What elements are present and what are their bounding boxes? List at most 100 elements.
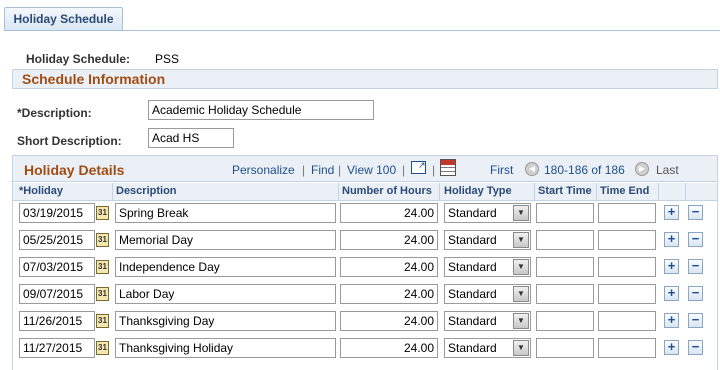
holiday-type-select[interactable]: Standard ▼ <box>444 257 531 277</box>
chevron-down-icon[interactable]: ▼ <box>513 313 529 329</box>
section-title: Schedule Information <box>22 71 166 87</box>
holiday-date-field[interactable]: 07/03/2015 <box>19 257 95 277</box>
table-row: 11/26/2015 31 Thanksgiving Day 24.00 Sta… <box>0 308 720 335</box>
add-row-icon[interactable]: + <box>664 259 679 274</box>
table-row: 05/25/2015 31 Memorial Day 24.00 Standar… <box>0 227 720 254</box>
calendar-icon[interactable]: 31 <box>96 287 109 301</box>
column-header-row: *Holiday Description Number of Hours Hol… <box>13 183 717 201</box>
first-link[interactable]: First <box>490 163 513 177</box>
holiday-description-field[interactable]: Thanksgiving Holiday <box>115 338 336 358</box>
column-header-holiday: *Holiday <box>19 185 64 197</box>
holiday-type-select[interactable]: Standard ▼ <box>444 311 531 331</box>
holiday-date-field[interactable]: 11/27/2015 <box>19 338 95 358</box>
delete-row-icon[interactable]: − <box>688 205 703 220</box>
delete-row-icon[interactable]: − <box>688 340 703 355</box>
add-row-icon[interactable]: + <box>664 340 679 355</box>
time-end-field[interactable] <box>598 230 656 250</box>
previous-icon[interactable]: ◀ <box>525 162 539 176</box>
delete-row-icon[interactable]: − <box>688 286 703 301</box>
schedule-information-header: Schedule Information <box>12 69 718 89</box>
table-row: 07/03/2015 31 Independence Day 24.00 Sta… <box>0 254 720 281</box>
holiday-type-select[interactable]: Standard ▼ <box>444 284 531 304</box>
next-icon[interactable]: ▶ <box>635 162 649 176</box>
hours-field[interactable]: 24.00 <box>340 338 438 358</box>
start-time-field[interactable] <box>536 230 594 250</box>
holiday-date-field[interactable]: 03/19/2015 <box>19 203 95 223</box>
separator: | <box>432 163 436 177</box>
separator: | <box>402 163 406 177</box>
delete-row-icon[interactable]: − <box>688 259 703 274</box>
chevron-down-icon[interactable]: ▼ <box>513 232 529 248</box>
time-end-field[interactable] <box>598 203 656 223</box>
column-divider <box>439 183 440 201</box>
short-description-field[interactable]: Acad HS <box>148 128 234 148</box>
holiday-type-select[interactable]: Standard ▼ <box>444 203 531 223</box>
column-header-hours: Number of Hours <box>342 185 432 197</box>
calendar-icon[interactable]: 31 <box>96 233 109 247</box>
description-label: *Description: <box>17 106 92 120</box>
start-time-field[interactable] <box>536 257 594 277</box>
holiday-description-field[interactable]: Memorial Day <box>115 230 336 250</box>
hours-field[interactable]: 24.00 <box>340 284 438 304</box>
add-row-icon[interactable]: + <box>664 313 679 328</box>
holiday-description-field[interactable]: Labor Day <box>115 284 336 304</box>
download-grid-icon[interactable] <box>440 159 456 176</box>
start-time-field[interactable] <box>536 203 594 223</box>
description-field[interactable]: Academic Holiday Schedule <box>148 100 374 120</box>
holiday-type-select[interactable]: Standard ▼ <box>444 230 531 250</box>
grid-header: Holiday Details Personalize | Find | Vie… <box>13 156 717 182</box>
holiday-type-value: Standard <box>448 314 497 328</box>
column-divider <box>112 183 113 201</box>
personalize-link[interactable]: Personalize <box>232 163 295 177</box>
holiday-type-value: Standard <box>448 260 497 274</box>
table-row: 11/27/2015 31 Thanksgiving Holiday 24.00… <box>0 335 720 362</box>
delete-row-icon[interactable]: − <box>688 313 703 328</box>
start-time-field[interactable] <box>536 338 594 358</box>
add-row-icon[interactable]: + <box>664 286 679 301</box>
holiday-date-field[interactable]: 05/25/2015 <box>19 230 95 250</box>
add-row-icon[interactable]: + <box>664 205 679 220</box>
view-100-link[interactable]: View 100 <box>347 163 396 177</box>
column-divider <box>534 183 535 201</box>
separator: | <box>302 163 306 177</box>
chevron-down-icon[interactable]: ▼ <box>513 286 529 302</box>
time-end-field[interactable] <box>598 257 656 277</box>
holiday-type-select[interactable]: Standard ▼ <box>444 338 531 358</box>
grid-title: Holiday Details <box>24 162 125 178</box>
chevron-down-icon[interactable]: ▼ <box>513 205 529 221</box>
time-end-field[interactable] <box>598 284 656 304</box>
hours-field[interactable]: 24.00 <box>340 311 438 331</box>
last-link[interactable]: Last <box>656 163 679 177</box>
holiday-date-field[interactable]: 09/07/2015 <box>19 284 95 304</box>
find-link[interactable]: Find <box>311 163 334 177</box>
tab-holiday-schedule[interactable]: Holiday Schedule <box>4 7 123 31</box>
time-end-field[interactable] <box>598 311 656 331</box>
start-time-field[interactable] <box>536 284 594 304</box>
time-end-field[interactable] <box>598 338 656 358</box>
delete-row-icon[interactable]: − <box>688 232 703 247</box>
holiday-description-field[interactable]: Spring Break <box>115 203 336 223</box>
holiday-type-value: Standard <box>448 233 497 247</box>
holiday-type-value: Standard <box>448 206 497 220</box>
start-time-field[interactable] <box>536 311 594 331</box>
calendar-icon[interactable]: 31 <box>96 341 109 355</box>
chevron-down-icon[interactable]: ▼ <box>513 340 529 356</box>
calendar-icon[interactable]: 31 <box>96 314 109 328</box>
new-window-icon[interactable]: ↗ <box>411 160 426 174</box>
holiday-description-field[interactable]: Independence Day <box>115 257 336 277</box>
column-divider <box>596 183 597 201</box>
separator: | <box>338 163 342 177</box>
hours-field[interactable]: 24.00 <box>340 257 438 277</box>
hours-field[interactable]: 24.00 <box>340 230 438 250</box>
calendar-icon[interactable]: 31 <box>96 206 109 220</box>
holiday-date-field[interactable]: 11/26/2015 <box>19 311 95 331</box>
add-row-icon[interactable]: + <box>664 232 679 247</box>
tab-underline <box>4 30 720 31</box>
table-row: 09/07/2015 31 Labor Day 24.00 Standard ▼… <box>0 281 720 308</box>
holiday-description-field[interactable]: Thanksgiving Day <box>115 311 336 331</box>
holiday-schedule-label: Holiday Schedule: <box>26 52 131 66</box>
calendar-icon[interactable]: 31 <box>96 260 109 274</box>
chevron-down-icon[interactable]: ▼ <box>513 259 529 275</box>
hours-field[interactable]: 24.00 <box>340 203 438 223</box>
column-header-time-end: Time End <box>600 185 650 197</box>
